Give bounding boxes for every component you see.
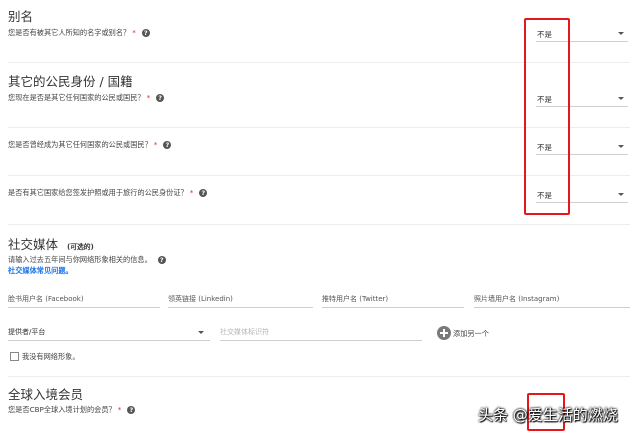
linkedin-field[interactable]: 领英链接 (Linkedin) xyxy=(168,293,313,308)
social-identifier-placeholder: 社交媒体标识符 xyxy=(220,328,269,336)
required-marker: * xyxy=(153,140,158,149)
chevron-down-icon xyxy=(618,97,624,100)
divider xyxy=(8,224,630,225)
social-faq-link[interactable]: 社交媒体常见问题。 xyxy=(8,266,73,276)
provider-label: 提供者/平台 xyxy=(8,328,46,336)
twitter-field[interactable]: 推特用户名 (Twitter) xyxy=(322,293,464,308)
no-presence-label: 我没有网络形象。 xyxy=(22,352,80,361)
social-instruction-text: 请输入过去五年间与你网络形象相关的信息。 xyxy=(8,255,152,264)
required-marker: * xyxy=(132,28,136,37)
nationality-q2-text: 您是否曾经成为其它任何国家的公民或国民？ xyxy=(8,140,152,149)
social-instruction: 请输入过去五年间与你网络形象相关的信息。? xyxy=(8,255,166,265)
required-marker: * xyxy=(189,188,194,197)
global-entry-question: 您是否CBP全球入境计划的会员？ *? xyxy=(8,405,136,415)
global-entry-title: 全球入境会员 xyxy=(8,387,84,402)
instagram-field[interactable]: 照片墙用户名 (Instagram) xyxy=(474,293,630,308)
help-icon[interactable]: ? xyxy=(157,256,166,264)
nationality-q3-text: 是否有其它国家给您签发护照或用于旅行的公民身份证？ xyxy=(8,188,188,197)
instagram-label: 照片墙用户名 (Instagram) xyxy=(474,295,560,303)
help-icon[interactable]: ? xyxy=(141,29,150,37)
aliases-question: 您是否有被其它人所知的名字或别名？ *? xyxy=(8,28,150,38)
nationality-title: 其它的公民身份 / 国籍 xyxy=(8,74,133,89)
chevron-down-icon xyxy=(618,145,624,148)
nationality-q3: 是否有其它国家给您签发护照或用于旅行的公民身份证？ *? xyxy=(8,188,208,198)
global-entry-question-text: 您是否CBP全球入境计划的会员？ xyxy=(8,405,116,414)
social-heading: 社交媒体 (可选的) xyxy=(8,234,94,253)
aliases-title: 别名 xyxy=(8,9,34,24)
chevron-down-icon xyxy=(618,193,624,196)
social-title: 社交媒体 xyxy=(8,237,59,252)
help-icon[interactable]: ? xyxy=(199,189,208,197)
help-icon[interactable]: ? xyxy=(163,141,172,149)
no-presence-checkbox[interactable] xyxy=(10,352,19,361)
required-marker: * xyxy=(117,405,122,414)
watermark: 头条 @爱生活的燃烧 xyxy=(478,406,618,424)
add-another-link[interactable]: 添加另一个 xyxy=(453,329,489,339)
nationality-q1: 您现在是否是其它任何国家的公民或国民？ *? xyxy=(8,93,165,103)
required-marker: * xyxy=(146,93,151,102)
twitter-label: 推特用户名 (Twitter) xyxy=(322,295,389,303)
nationality-q2: 您是否曾经成为其它任何国家的公民或国民？ *? xyxy=(8,140,172,150)
chevron-down-icon xyxy=(618,32,624,35)
linkedin-label: 领英链接 (Linkedin) xyxy=(168,295,233,303)
facebook-field[interactable]: 脸书用户名 (Facebook) xyxy=(8,293,160,308)
chevron-down-icon xyxy=(198,331,204,334)
highlight-box xyxy=(524,18,570,215)
help-icon[interactable]: ? xyxy=(127,406,136,414)
help-icon[interactable]: ? xyxy=(156,94,165,102)
social-optional: (可选的) xyxy=(67,243,94,251)
provider-select[interactable]: 提供者/平台 xyxy=(8,326,210,341)
divider xyxy=(8,376,630,377)
social-identifier-input[interactable]: 社交媒体标识符 xyxy=(220,326,422,341)
facebook-label: 脸书用户名 (Facebook) xyxy=(8,295,84,303)
add-icon[interactable] xyxy=(437,326,451,340)
aliases-question-text: 您是否有被其它人所知的名字或别名？ xyxy=(8,28,131,37)
nationality-q1-text: 您现在是否是其它任何国家的公民或国民？ xyxy=(8,93,145,102)
